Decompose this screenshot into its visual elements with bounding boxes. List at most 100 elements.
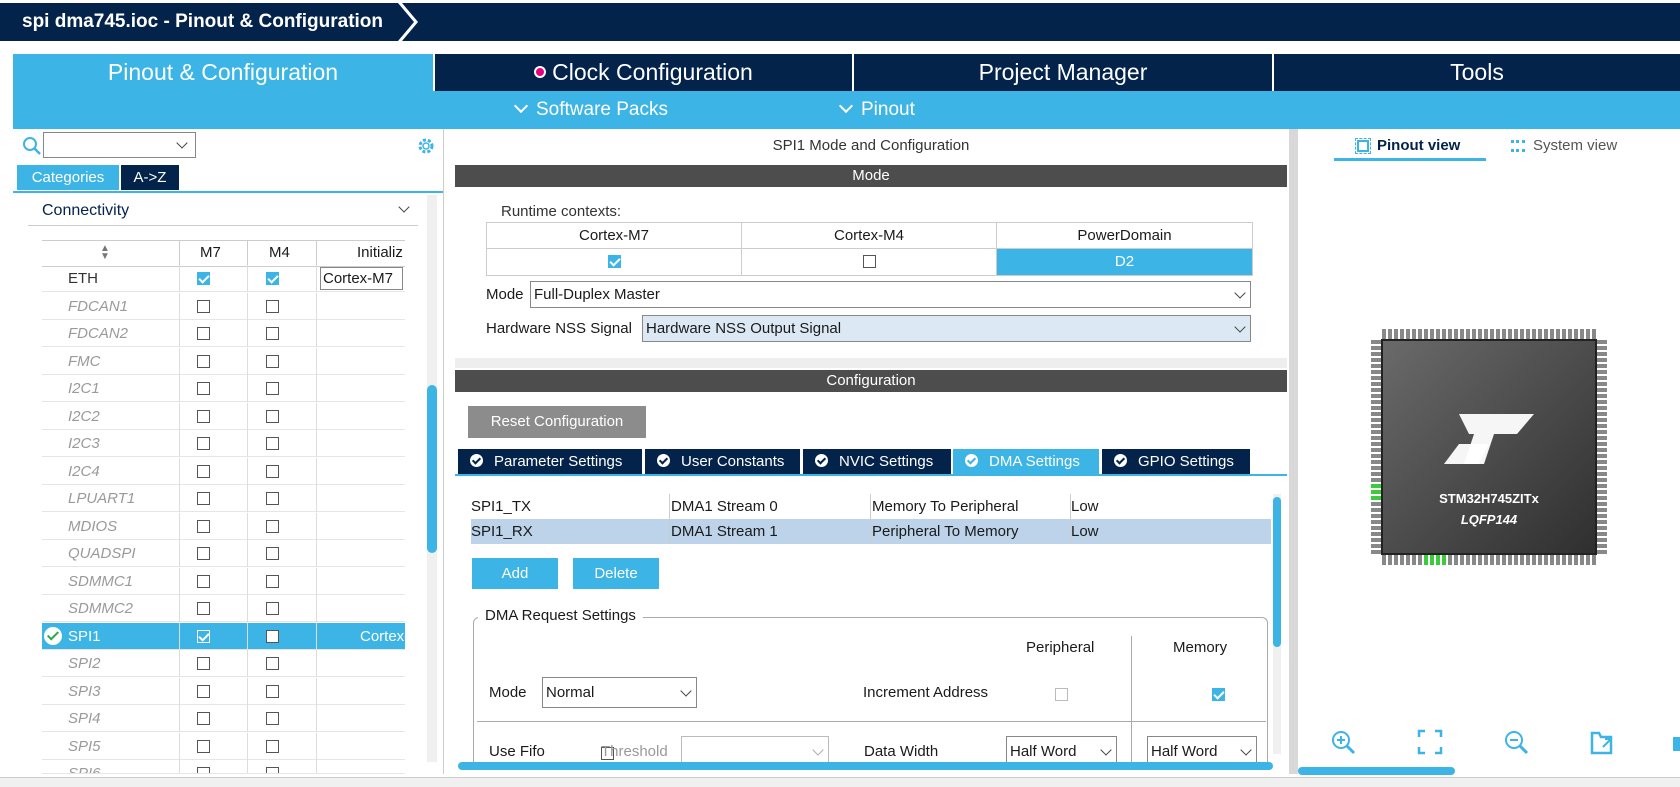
- pin[interactable]: [1371, 370, 1381, 374]
- mid-hscrollbar-thumb[interactable]: [458, 762, 1273, 770]
- ctx-m4-checkbox[interactable]: [863, 255, 876, 268]
- m4-checkbox[interactable]: [266, 382, 279, 395]
- left-scrollbar-thumb[interactable]: [427, 385, 437, 553]
- pin[interactable]: [1597, 376, 1607, 380]
- pin[interactable]: [1371, 544, 1381, 548]
- pin[interactable]: [1371, 382, 1381, 386]
- m4-checkbox[interactable]: [266, 712, 279, 725]
- pin[interactable]: [1562, 555, 1566, 565]
- m7-checkbox[interactable]: [197, 767, 210, 773]
- pin[interactable]: [1371, 358, 1381, 362]
- pin[interactable]: [1371, 538, 1381, 542]
- pin[interactable]: [1472, 555, 1476, 565]
- pin[interactable]: [1394, 329, 1398, 339]
- pin[interactable]: [1544, 555, 1548, 565]
- m7-checkbox[interactable]: [197, 519, 210, 533]
- pin[interactable]: [1371, 412, 1381, 416]
- mode-select[interactable]: Full-Duplex Master: [530, 281, 1251, 308]
- export-icon[interactable]: [1589, 729, 1617, 755]
- pin[interactable]: [1556, 555, 1560, 565]
- search-input[interactable]: [43, 132, 196, 158]
- m4-checkbox[interactable]: [266, 739, 279, 753]
- pin[interactable]: [1586, 555, 1590, 565]
- pinout-view-tab[interactable]: Pinout view: [1355, 137, 1460, 155]
- m4-checkbox[interactable]: [266, 327, 279, 340]
- pin[interactable]: [1597, 382, 1607, 386]
- pin[interactable]: [1597, 388, 1607, 392]
- pin[interactable]: [1538, 329, 1542, 339]
- pin[interactable]: [1400, 555, 1404, 565]
- m7-checkbox[interactable]: [197, 657, 210, 670]
- peripheral-row-fdcan2[interactable]: FDCAN2: [42, 320, 405, 347]
- pin[interactable]: [1514, 329, 1518, 339]
- pin[interactable]: [1406, 555, 1410, 565]
- fit-screen-icon[interactable]: [1417, 729, 1443, 755]
- inc-peripheral-checkbox[interactable]: [1055, 687, 1068, 701]
- pin[interactable]: [1597, 544, 1607, 548]
- tab-nvic-settings[interactable]: NVIC Settings: [803, 449, 951, 474]
- peripheral-row-spi1[interactable]: SPI1 Cortex-: [42, 622, 405, 650]
- nss-select[interactable]: Hardware NSS Output Signal: [642, 315, 1251, 342]
- pin[interactable]: [1382, 555, 1386, 565]
- m4-checkbox[interactable]: [266, 574, 279, 588]
- m7-checkbox[interactable]: [197, 629, 210, 643]
- ctx-m7-checkbox[interactable]: [608, 255, 621, 268]
- peripheral-row-eth[interactable]: ETH Cortex-M7: [42, 265, 405, 292]
- pin[interactable]: [1412, 329, 1416, 339]
- more-icon[interactable]: [1673, 737, 1680, 751]
- m7-checkbox[interactable]: [197, 437, 210, 450]
- pin[interactable]: [1371, 388, 1381, 392]
- pin[interactable]: [1502, 555, 1506, 565]
- pin[interactable]: [1466, 329, 1470, 339]
- pin[interactable]: [1597, 550, 1607, 554]
- pin[interactable]: [1466, 555, 1470, 565]
- pin[interactable]: [1597, 340, 1607, 344]
- pin[interactable]: [1574, 555, 1578, 565]
- peripheral-row-spi2[interactable]: SPI2: [42, 650, 405, 677]
- m7-checkbox[interactable]: [197, 299, 210, 313]
- mid-scrollbar-thumb[interactable]: [1273, 497, 1281, 647]
- m4-checkbox[interactable]: [266, 629, 279, 643]
- pin[interactable]: [1568, 329, 1572, 339]
- pin[interactable]: [1371, 478, 1381, 482]
- pin[interactable]: [1580, 329, 1584, 339]
- pin[interactable]: [1460, 555, 1464, 565]
- zoom-out-icon[interactable]: [1503, 729, 1529, 755]
- right-hscrollbar-thumb[interactable]: [1298, 767, 1455, 775]
- m4-checkbox[interactable]: [266, 464, 279, 478]
- peripheral-row-sdmmc1[interactable]: SDMMC1: [42, 567, 405, 595]
- m7-checkbox[interactable]: [197, 712, 210, 725]
- pin[interactable]: [1490, 329, 1494, 339]
- tab-gpio-settings[interactable]: GPIO Settings: [1102, 449, 1250, 474]
- pin[interactable]: [1394, 555, 1398, 565]
- pin[interactable]: [1532, 555, 1536, 565]
- m4-checkbox[interactable]: [266, 519, 279, 533]
- tab-categories[interactable]: Categories: [17, 165, 119, 190]
- m4-checkbox[interactable]: [266, 272, 279, 285]
- pin[interactable]: [1550, 329, 1554, 339]
- pin[interactable]: [1597, 358, 1607, 362]
- pin[interactable]: [1597, 400, 1607, 404]
- pin[interactable]: [1597, 418, 1607, 422]
- pin[interactable]: [1597, 370, 1607, 374]
- pin[interactable]: [1532, 329, 1536, 339]
- m4-checkbox[interactable]: [266, 657, 279, 670]
- pin[interactable]: [1371, 430, 1381, 434]
- m7-checkbox[interactable]: [197, 409, 210, 423]
- pin[interactable]: [1568, 555, 1572, 565]
- pin[interactable]: [1371, 424, 1381, 428]
- pin[interactable]: [1597, 466, 1607, 470]
- pin[interactable]: [1371, 394, 1381, 398]
- pin[interactable]: [1400, 329, 1404, 339]
- pin[interactable]: [1597, 412, 1607, 416]
- peripheral-row-i2c4[interactable]: I2C4: [42, 457, 405, 485]
- pin[interactable]: [1371, 442, 1381, 446]
- peripheral-row-spi5[interactable]: SPI5: [42, 732, 405, 760]
- pin[interactable]: [1508, 329, 1512, 339]
- pin[interactable]: [1597, 478, 1607, 482]
- m7-checkbox[interactable]: [197, 464, 210, 478]
- m7-checkbox[interactable]: [197, 684, 210, 698]
- mcu-chip[interactable]: STM32H745ZITx LQFP144: [1369, 327, 1609, 567]
- pin[interactable]: [1424, 329, 1428, 339]
- pin[interactable]: [1478, 329, 1482, 339]
